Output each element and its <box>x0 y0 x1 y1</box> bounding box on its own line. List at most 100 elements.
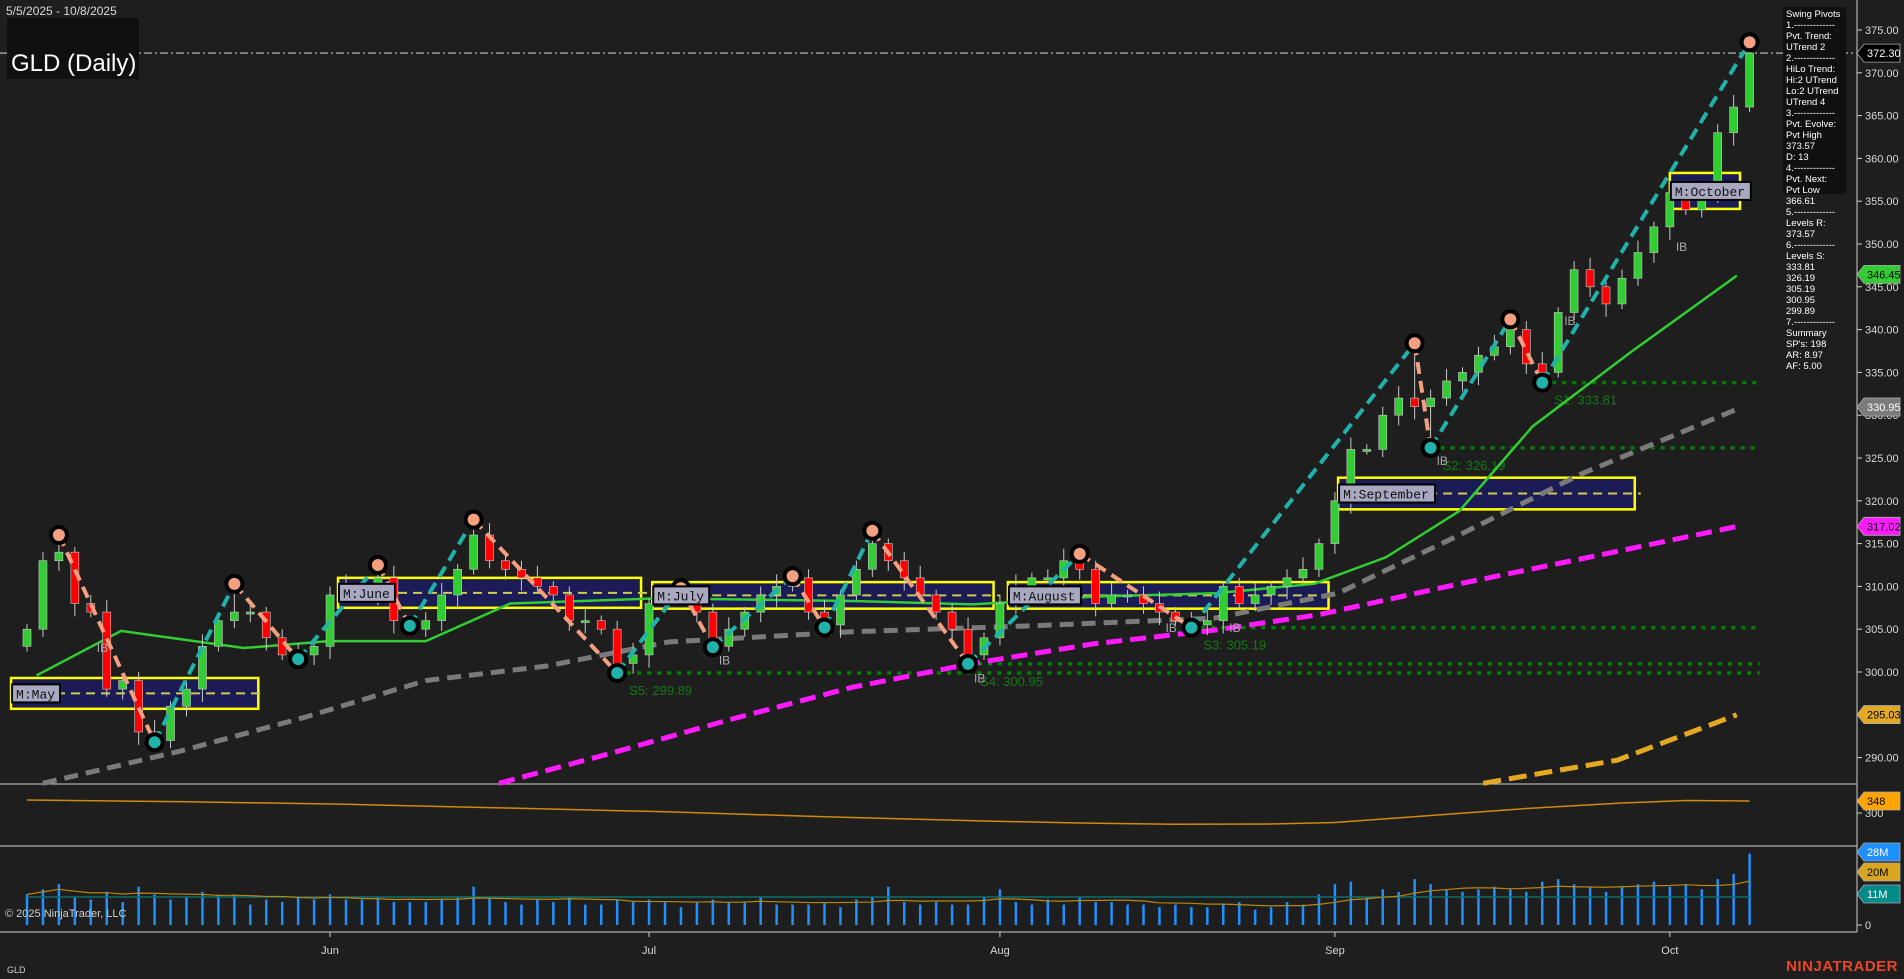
green-ma-badge: 346.45 <box>1867 269 1901 281</box>
candle-down <box>1585 269 1595 288</box>
pivot-high-marker <box>782 566 803 587</box>
candle-up <box>214 620 223 647</box>
candle-up <box>1314 543 1324 570</box>
info-line: AR: 8.97 <box>1786 350 1823 361</box>
candle-down <box>596 620 606 630</box>
candle-up <box>1442 380 1451 399</box>
price-tick-label: 325.00 <box>1865 453 1899 465</box>
monthly-box-label: M:August <box>1013 589 1075 604</box>
info-line: Pvt. Trend: <box>1786 31 1832 42</box>
magenta-ma-line <box>498 524 1738 786</box>
candle-up <box>166 705 175 741</box>
info-line: 7.------------- <box>1786 317 1836 328</box>
price-tick-label: 340.00 <box>1865 325 1899 337</box>
candle-down <box>1537 363 1547 373</box>
candle-up <box>1330 500 1340 544</box>
pivot-low-marker <box>958 653 979 674</box>
month-label: Aug <box>990 945 1010 957</box>
pivot-high-marker <box>862 520 883 541</box>
candle-up <box>453 568 462 596</box>
orange-ma-line <box>1482 712 1738 786</box>
info-line: 326.19 <box>1786 273 1816 284</box>
chart-title: GLD (Daily) <box>11 50 137 77</box>
pivot-high-marker <box>1500 309 1521 330</box>
ib-label: IB <box>1676 240 1687 254</box>
info-line: 333.81 <box>1786 262 1816 273</box>
candle-up <box>1282 577 1292 587</box>
info-line: AF: 5.00 <box>1786 361 1822 372</box>
candle-down <box>549 586 558 596</box>
ib-label: IB <box>97 641 108 655</box>
price-tick-label: 310.00 <box>1865 581 1899 593</box>
info-line: 6.------------- <box>1786 240 1836 251</box>
candle-up <box>22 628 32 647</box>
candle-up <box>1426 397 1435 407</box>
candle-up <box>1298 568 1308 579</box>
info-line: 305.19 <box>1786 284 1816 295</box>
candle-down <box>931 594 941 613</box>
pivot-low-marker <box>814 617 835 638</box>
price-tick-label: 315.00 <box>1865 539 1899 551</box>
swing-down-leg <box>1412 342 1433 449</box>
price-tick-label: 305.00 <box>1865 624 1899 636</box>
info-line: Levels S: <box>1786 251 1826 262</box>
info-line: Pvt Low <box>1786 185 1820 196</box>
swing-down-leg <box>57 534 157 744</box>
info-line: D: 13 <box>1786 152 1809 163</box>
ib-label: IB <box>1437 454 1448 468</box>
info-line: Lo:2 UTrend <box>1786 86 1839 97</box>
candle-up <box>1250 594 1260 604</box>
month-label: Oct <box>1661 945 1678 957</box>
candle-up <box>421 620 431 630</box>
candle-up <box>1378 414 1388 450</box>
last-price-badge: 372.30 <box>1867 48 1901 60</box>
info-line: 373.57 <box>1786 229 1816 240</box>
swing-up-leg <box>822 529 875 629</box>
info-line: 1.------------- <box>1786 20 1836 31</box>
pivot-high-marker <box>1739 32 1760 53</box>
info-line: 366.61 <box>1786 196 1816 207</box>
volume-long-average-badge: 11M <box>1867 889 1888 901</box>
pivot-high-marker <box>48 525 69 546</box>
info-line: Swing Pivots <box>1786 9 1841 20</box>
candle-down <box>1234 586 1244 604</box>
candle-up <box>38 560 48 630</box>
info-line: HiLo Trend: <box>1786 64 1836 75</box>
info-line: Pvt High <box>1786 130 1822 141</box>
ib-label: IB <box>719 654 730 668</box>
candle-up <box>1617 277 1627 305</box>
candle-up <box>230 611 239 621</box>
volume-zero-label: 0 <box>1865 920 1871 932</box>
magenta-ma-badge: 317.02 <box>1867 521 1901 533</box>
price-tick-label: 320.00 <box>1865 496 1899 508</box>
info-line: 5.------------- <box>1786 207 1836 218</box>
volume-panel: 0 <box>25 853 1871 932</box>
candle-up <box>644 603 654 656</box>
price-tick-label: 370.00 <box>1865 68 1899 80</box>
monthly-box-label: M:July <box>657 589 704 604</box>
candle-down <box>134 680 143 733</box>
candle-down <box>1601 286 1611 305</box>
candle-up <box>1123 594 1132 598</box>
info-line: SP's: 198 <box>1786 339 1827 350</box>
candle-up <box>1107 594 1116 604</box>
candle-up <box>1506 329 1515 348</box>
moving-averages <box>35 274 1738 786</box>
swing-up-leg <box>1540 41 1752 384</box>
info-line: Pvt. Evolve: <box>1786 119 1837 130</box>
pivot-low-marker <box>1181 617 1202 638</box>
info-line: Pvt. Next: <box>1786 174 1828 185</box>
candles <box>22 42 1754 749</box>
candle-up <box>1649 226 1659 253</box>
price-chart[interactable]: Jun Jul Aug Sep Oct S1: 333.81 S2: 326.19 S3: … <box>0 0 1904 979</box>
candle-up <box>182 688 191 707</box>
support-label: S5: 299.89 <box>629 683 692 698</box>
orange-ma-badge: 295.03 <box>1867 710 1901 722</box>
candle-up <box>1203 620 1212 626</box>
candle-up <box>868 543 877 570</box>
info-line: Summary <box>1786 328 1827 339</box>
pivot-low-marker <box>288 649 309 670</box>
candle-down <box>963 628 973 656</box>
month-label: Sep <box>1325 945 1345 957</box>
price-axis[interactable]: 375.00370.00365.00360.00355.00350.00345.… <box>1856 25 1901 904</box>
